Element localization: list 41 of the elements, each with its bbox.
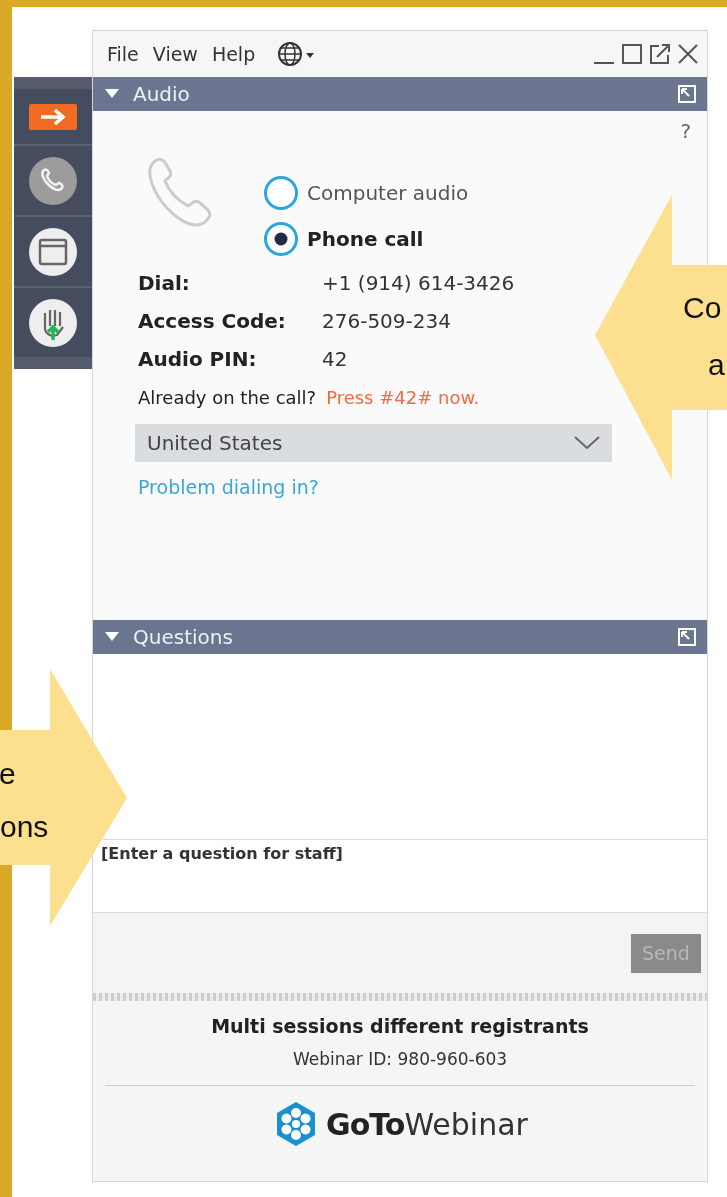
- country-dropdown[interactable]: United States: [135, 424, 612, 462]
- raise-hand-icon[interactable]: [28, 297, 78, 348]
- help-link[interactable]: ?: [680, 119, 691, 143]
- close-icon[interactable]: [677, 42, 699, 66]
- question-input[interactable]: [Enter a question for staff]: [93, 839, 707, 913]
- callout-text: e: [0, 757, 16, 791]
- questions-section-header[interactable]: Questions: [93, 620, 707, 654]
- popout-icon[interactable]: [677, 84, 697, 104]
- popout-icon[interactable]: [677, 627, 697, 647]
- detail-value: 276-509-234: [322, 309, 452, 333]
- callout-text: Co: [683, 291, 722, 325]
- section-title: Audio: [133, 82, 190, 106]
- phone-icon[interactable]: [28, 155, 78, 206]
- radio-icon[interactable]: [263, 221, 299, 257]
- detail-value: 42: [322, 347, 349, 371]
- collapse-triangle-icon[interactable]: [105, 632, 119, 642]
- webinar-title: Multi sessions different registrants: [211, 1015, 589, 1037]
- audio-option-radio[interactable]: Phone call: [263, 221, 469, 257]
- press-code-text: Press #42# now.: [326, 387, 480, 408]
- detail-label: Audio PIN:: [138, 347, 258, 371]
- popout-icon[interactable]: [649, 42, 671, 66]
- menu-item[interactable]: File: [107, 43, 139, 65]
- callout-text: a: [708, 348, 725, 382]
- webinar-id: Webinar ID: 980-960-603: [292, 1049, 508, 1069]
- menu-item[interactable]: Help: [211, 43, 256, 65]
- audio-section-header[interactable]: Audio: [93, 77, 707, 111]
- window-icon[interactable]: [28, 226, 78, 277]
- chevron-down-icon[interactable]: [574, 436, 600, 450]
- detail-label: Access Code:: [138, 309, 287, 333]
- section-title: Questions: [133, 625, 233, 649]
- callout-text: ons: [0, 810, 49, 844]
- already-on-call-text: Already on the call?: [138, 387, 317, 408]
- radio-icon[interactable]: [263, 175, 299, 211]
- collapse-triangle-icon[interactable]: [105, 89, 119, 99]
- audio-option-radio[interactable]: Computer audio: [263, 175, 469, 211]
- logo-text: GoToWebinar: [326, 1106, 528, 1142]
- detail-value: +1 (914) 614-3426: [322, 271, 516, 295]
- splitter-grip[interactable]: [93, 993, 707, 1001]
- maximize-icon[interactable]: [621, 42, 643, 66]
- menu-item[interactable]: View: [152, 43, 198, 65]
- detail-label: Dial:: [138, 271, 191, 295]
